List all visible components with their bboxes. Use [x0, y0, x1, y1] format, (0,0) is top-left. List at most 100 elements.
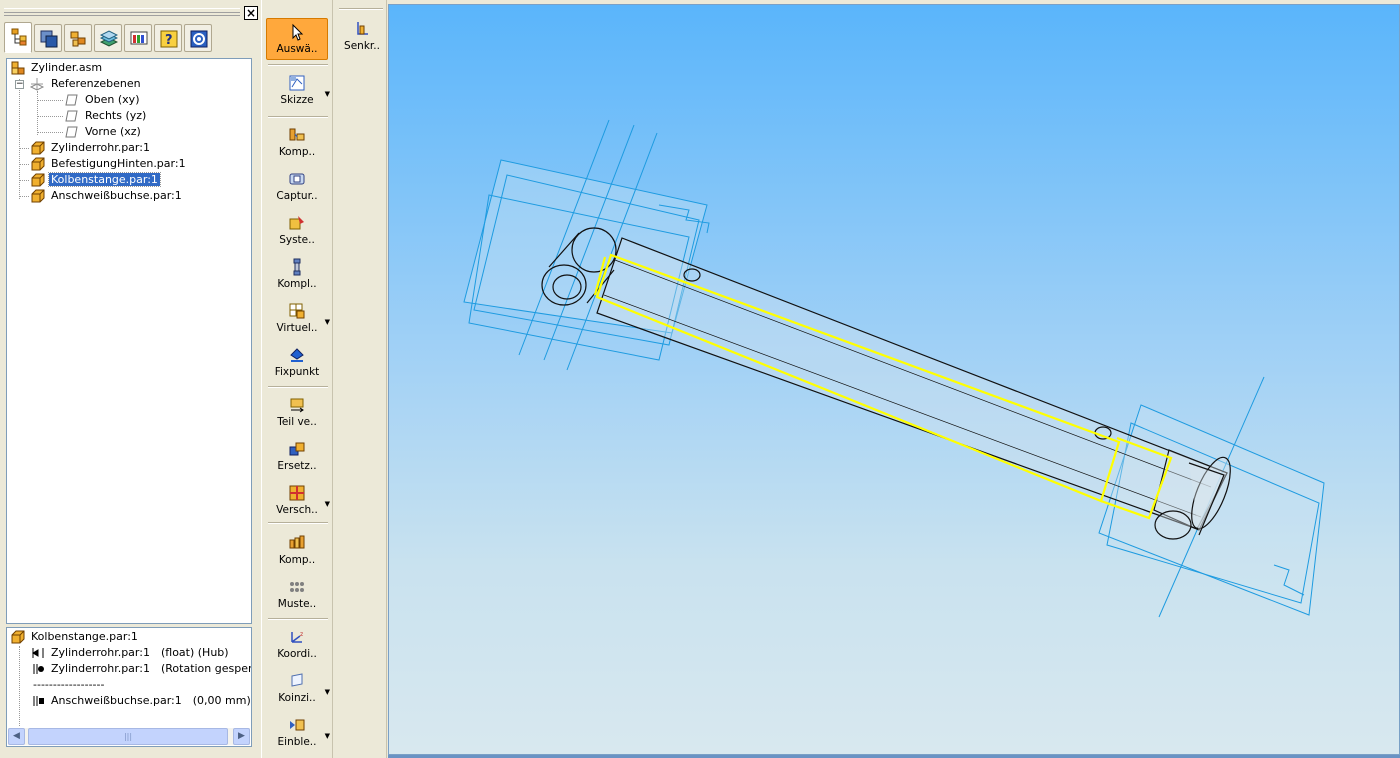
dropdown-arrow-icon[interactable]: ▼ [325, 732, 330, 740]
close-pane-button[interactable]: × [244, 6, 258, 20]
part-icon [31, 141, 45, 155]
component-button[interactable]: Komp.. [266, 122, 328, 164]
coordinate-system-button[interactable]: z Koordi.. [266, 624, 328, 666]
complex-button[interactable]: Kompl.. [266, 254, 328, 296]
pathfinder-pane: × ? − Zylinder.asm Referenzebenen Oben (… [0, 0, 260, 758]
system-library-button[interactable]: Syste.. [266, 210, 328, 252]
axial-align-icon [33, 664, 44, 674]
shift-icon [289, 485, 305, 501]
sheets-icon [100, 30, 118, 47]
virtual-component-icon [289, 303, 305, 319]
tab-help[interactable]: ? [154, 24, 182, 52]
tab-parts-library[interactable] [64, 24, 92, 52]
coincident-button[interactable]: Koinzi.. ▼ [266, 668, 330, 710]
close-icon: × [245, 6, 257, 20]
display-config-icon [130, 31, 148, 45]
dropdown-arrow-icon[interactable]: ▼ [325, 500, 330, 508]
pane-grip[interactable] [4, 8, 240, 16]
relationship-panel: Kolbenstange.par:1 Zylinderrohr.par:1 (f… [6, 627, 252, 747]
scroll-right-button[interactable]: ▶ [233, 728, 250, 745]
coordinate-system-icon: z [291, 631, 303, 643]
component-pattern-button[interactable]: Komp.. [266, 530, 328, 572]
component-pattern-icon [289, 535, 305, 549]
move-part-button[interactable]: Teil ve.. [266, 392, 328, 434]
relationship-title[interactable]: Kolbenstange.par:1 [11, 629, 140, 645]
horizontal-scrollbar[interactable]: ◀ ||| ▶ [8, 728, 250, 745]
system-library-icon [289, 216, 304, 230]
relationship-row[interactable]: Anschweißbuchse.par:1 (0,00 mm) (V37 [31, 693, 251, 709]
tree-item-plane-top[interactable]: Oben (xy) [65, 92, 141, 108]
capture-button[interactable]: Captur.. [266, 166, 328, 208]
dropdown-arrow-icon[interactable]: ▼ [325, 318, 330, 326]
tab-sheets[interactable] [94, 24, 122, 52]
scroll-left-button[interactable]: ◀ [8, 728, 25, 745]
tree-item-label: Zylinder.asm [31, 61, 103, 74]
tree-item-reference-planes[interactable]: Referenzebenen [29, 76, 143, 92]
svg-text:z: z [300, 631, 303, 638]
tab-pathfinder[interactable] [4, 22, 32, 53]
part-icon [31, 189, 45, 203]
tab-layers[interactable] [34, 24, 62, 52]
plane-icon [65, 126, 78, 138]
chevron-left-icon: ◀ [13, 731, 20, 741]
perpendicular-icon [357, 22, 368, 35]
mate-relation-icon [33, 696, 44, 706]
tab-settings[interactable] [184, 24, 212, 52]
show-button[interactable]: Einble.. ▼ [266, 712, 330, 754]
part-icon [31, 157, 45, 171]
select-tool-button[interactable]: Auswä.. [266, 18, 328, 60]
pattern-button[interactable]: Muste.. [266, 574, 328, 616]
replace-part-button[interactable]: Ersetz.. [266, 436, 328, 478]
pane-tab-strip: ? [2, 22, 258, 54]
parts-library-icon [70, 31, 86, 47]
pathfinder-tree: − Zylinder.asm Referenzebenen Oben (xy) … [6, 58, 252, 624]
tree-item-plane-front[interactable]: Vorne (xz) [65, 124, 143, 140]
relationship-separator: ------------------ [33, 678, 105, 691]
relationship-row[interactable]: Zylinderrohr.par:1 (Rotation gesperrt) [31, 661, 251, 677]
fixpoint-icon [290, 348, 304, 362]
svg-text:?: ? [165, 33, 173, 48]
tree-item-plane-right[interactable]: Rechts (yz) [65, 108, 148, 124]
help-icon: ? [160, 30, 178, 48]
coincident-icon [291, 673, 303, 687]
select-arrow-icon [292, 23, 304, 41]
insert-relation-icon [32, 648, 44, 658]
perpendicular-button[interactable]: Senkr.. [339, 16, 385, 58]
tab-display-configs[interactable] [124, 24, 152, 52]
complex-icon [293, 258, 301, 276]
collapse-toggle[interactable]: − [15, 80, 24, 89]
part-icon [11, 630, 25, 644]
tree-item-part[interactable]: Zylinderrohr.par:1 [31, 140, 152, 156]
replace-part-icon [289, 442, 305, 456]
show-icon [290, 719, 305, 731]
shift-button[interactable]: Versch.. ▼ [266, 480, 330, 522]
relationship-row[interactable]: Zylinderrohr.par:1 (float) (Hub) [31, 645, 231, 661]
capture-icon [289, 173, 305, 185]
part-icon [31, 173, 45, 187]
tree-item-part-selected[interactable]: Kolbenstange.par:1 [31, 172, 161, 188]
fixpoint-button[interactable]: Fixpunkt [266, 342, 328, 384]
settings-icon [190, 30, 208, 48]
move-part-icon [290, 398, 304, 413]
chevron-right-icon: ▶ [238, 731, 245, 741]
component-icon [289, 128, 305, 141]
graphics-viewport[interactable] [388, 4, 1400, 755]
tree-item-part[interactable]: Anschweißbuchse.par:1 [31, 188, 184, 204]
plane-icon [65, 94, 78, 106]
relationship-command-bar: Senkr.. [335, 0, 387, 758]
assembly-icon [11, 61, 25, 75]
tree-item-assembly[interactable]: Zylinder.asm [11, 60, 104, 76]
layers-icon [40, 30, 58, 48]
scroll-thumb[interactable]: ||| [28, 728, 228, 745]
plane-icon [65, 110, 78, 122]
reference-planes-icon [29, 78, 45, 91]
dropdown-arrow-icon[interactable]: ▼ [325, 688, 330, 696]
sketch-icon [289, 75, 305, 91]
assembly-wireframe [463, 119, 1325, 618]
cylinder-body [596, 237, 1228, 530]
dropdown-arrow-icon[interactable]: ▼ [325, 90, 330, 98]
tree-item-part[interactable]: BefestigungHinten.par:1 [31, 156, 188, 172]
sketch-button[interactable]: Skizze ▼ [266, 70, 330, 112]
virtual-component-button[interactable]: Virtuel.. ▼ [266, 298, 330, 340]
tree-icon [11, 28, 27, 46]
